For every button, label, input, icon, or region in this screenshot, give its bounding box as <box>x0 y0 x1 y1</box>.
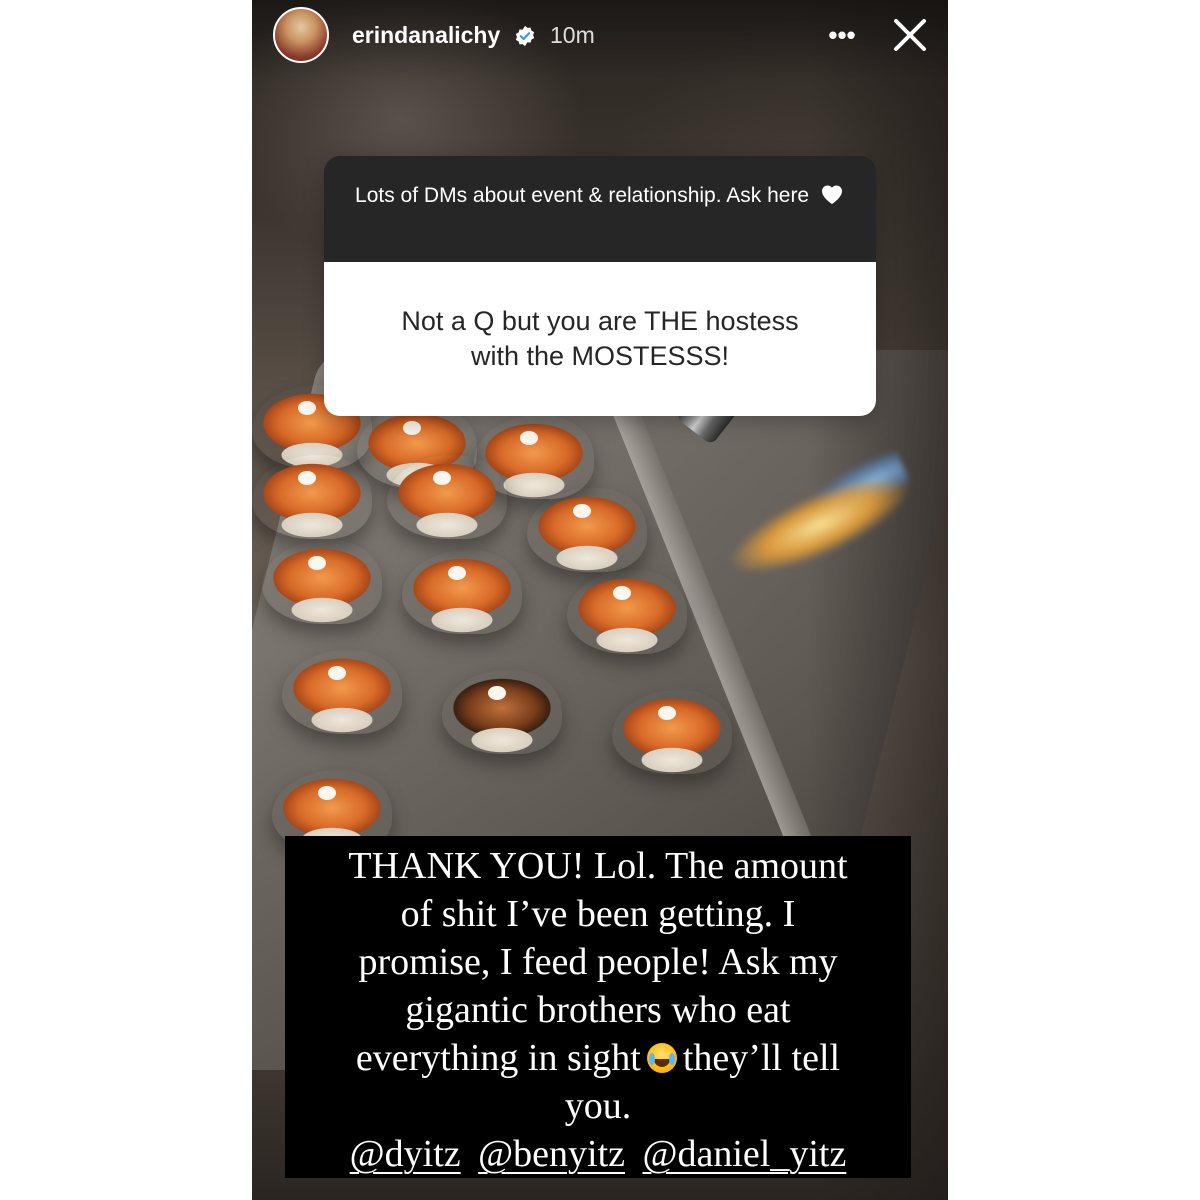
mention-link[interactable]: @benyitz <box>478 1133 625 1175</box>
question-prompt-text: Lots of DMs about event & relationship. … <box>355 184 810 207</box>
caption-text-box: THANK YOU! Lol. The amount of shit I’ve … <box>285 836 911 1178</box>
story-header: erindanalichy 10m ••• <box>252 0 948 80</box>
post-time: 10m <box>550 22 595 48</box>
sushi-piece <box>567 570 687 654</box>
sushi-piece <box>527 488 647 572</box>
caption-line: of shit I’ve been getting. I <box>400 893 796 935</box>
sushi-piece <box>612 690 732 774</box>
caption-line: THANK YOU! Lol. The amount <box>348 845 848 887</box>
more-options-button[interactable]: ••• <box>822 20 862 50</box>
sushi-piece <box>282 650 402 734</box>
caption-fragment: they’ll tell <box>682 1037 841 1079</box>
caption-line: promise, I feed people! Ask my <box>358 941 838 983</box>
story-viewer[interactable]: erindanalichy 10m ••• Lots of DMs about … <box>252 0 948 1200</box>
avatar[interactable] <box>273 7 329 63</box>
answer-line: Not a Q but you are THE hostess <box>401 306 799 336</box>
tears-of-joy-emoji-icon <box>646 1043 677 1073</box>
question-sticker[interactable]: Lots of DMs about event & relationship. … <box>324 156 876 416</box>
caption-line: you. <box>564 1085 632 1127</box>
mentions-row: @dyitz @benyitz @daniel_yitz <box>295 1130 901 1178</box>
close-icon[interactable] <box>887 12 933 58</box>
white-heart-icon <box>821 185 842 204</box>
mention-link[interactable]: @daniel_yitz <box>643 1133 847 1175</box>
question-prompt: Lots of DMs about event & relationship. … <box>324 156 876 262</box>
caption-line: everything in sight they’ll tell <box>295 1034 901 1082</box>
sushi-piece <box>402 550 522 634</box>
username[interactable]: erindanalichy <box>352 22 500 49</box>
caption-line: gigantic brothers who eat <box>405 989 791 1031</box>
sushi-piece <box>387 455 507 539</box>
sushi-piece <box>252 455 372 539</box>
mention-link[interactable]: @dyitz <box>350 1133 461 1175</box>
sushi-piece <box>442 670 562 754</box>
answer-line: with the MOSTESSS! <box>470 341 730 371</box>
question-answer: Not a Q but you are THE hostess with the… <box>324 262 876 416</box>
verified-badge-icon <box>515 25 535 47</box>
caption-fragment: everything in sight <box>355 1037 641 1079</box>
sushi-piece <box>262 540 382 624</box>
